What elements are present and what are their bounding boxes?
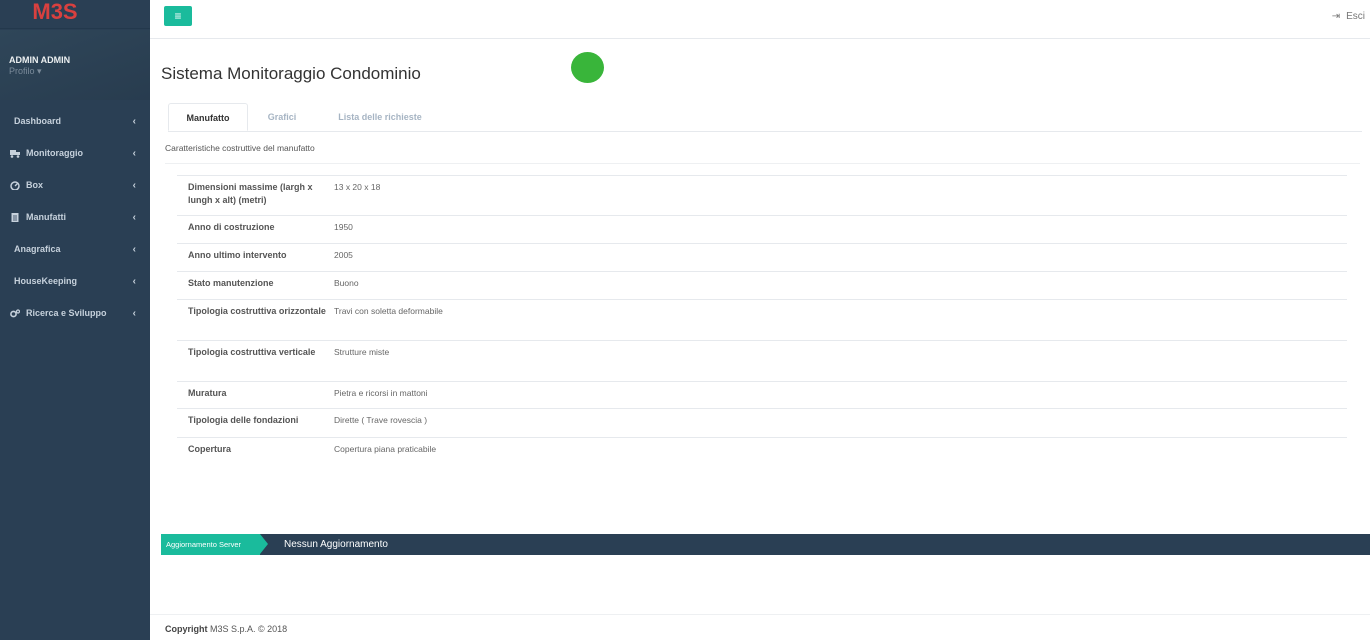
cogs-icon xyxy=(10,308,20,317)
table-row: Tipologia costruttiva verticale Struttur… xyxy=(177,340,1347,381)
server-update-tag: Aggiornamento Server xyxy=(161,534,268,555)
sidebar-item-housekeeping[interactable]: HouseKeeping ‹ xyxy=(0,265,150,297)
chevron-left-icon: ‹ xyxy=(132,243,136,255)
tab-bar: Manufatto Grafici Lista delle richieste xyxy=(168,103,1362,132)
status-indicator xyxy=(571,52,604,83)
menu-toggle-button[interactable]: ≡ xyxy=(164,6,192,26)
sidebar-item-label: Ricerca e Sviluppo xyxy=(26,308,107,318)
detail-label: Tipologia costruttiva verticale xyxy=(188,347,316,357)
detail-label: Copertura xyxy=(188,444,232,454)
footer: Copyright M3S S.p.A. © 2018 xyxy=(150,614,1370,640)
table-row: Muratura Pietra e ricorsi in mattoni xyxy=(177,381,1347,408)
logo-bar: M3S xyxy=(0,0,150,29)
tab-manufatto[interactable]: Manufatto xyxy=(168,103,248,131)
user-profile: ADMIN ADMIN Profilo ▾ xyxy=(0,30,150,100)
chevron-left-icon: ‹ xyxy=(132,211,136,223)
sidebar-item-anagrafica[interactable]: Anagrafica ‹ xyxy=(0,233,150,265)
truck-icon xyxy=(10,149,20,158)
details-table: Dimensioni massime (largh x lungh x alt)… xyxy=(177,175,1347,465)
section-title: Caratteristiche costruttive del manufatt… xyxy=(165,140,1360,164)
sidebar-item-label: Manufatti xyxy=(26,212,66,222)
document-icon xyxy=(11,212,19,222)
table-row: Tipologia delle fondazioni Dirette ( Tra… xyxy=(177,408,1347,437)
server-update-message: Nessun Aggiornamento xyxy=(284,539,388,550)
detail-value: Copertura piana praticabile xyxy=(334,444,437,454)
app-logo[interactable]: M3S xyxy=(32,1,77,23)
detail-value: 13 x 20 x 18 xyxy=(334,182,381,192)
table-row: Tipologia costruttiva orizzontale Travi … xyxy=(177,299,1347,340)
sidebar-item-label: Monitoraggio xyxy=(26,148,83,158)
detail-label: Dimensioni massime (largh x lungh x alt)… xyxy=(188,182,313,205)
page-title: Sistema Monitoraggio Condominio xyxy=(161,64,421,83)
sidebar-item-label: Box xyxy=(26,180,44,190)
sign-out-icon: ⇥ xyxy=(1331,11,1341,22)
table-row: Anno di costruzione 1950 xyxy=(177,215,1347,243)
sidebar-item-manufatti[interactable]: Manufatti ‹ xyxy=(0,201,150,233)
detail-label: Tipologia costruttiva orizzontale xyxy=(188,306,326,316)
detail-value: 2005 xyxy=(334,250,353,260)
tab-lista-richieste[interactable]: Lista delle richieste xyxy=(326,103,434,131)
logout-label: Esci xyxy=(1346,11,1365,22)
sidebar-item-box[interactable]: Box ‹ xyxy=(0,169,150,201)
chevron-left-icon: ‹ xyxy=(132,179,136,191)
sidebar-item-label: HouseKeeping xyxy=(14,276,78,286)
sidebar-item-ricerca-sviluppo[interactable]: Ricerca e Sviluppo ‹ xyxy=(0,297,150,329)
sidebar: M3S ADMIN ADMIN Profilo ▾ Dashboard ‹ Mo… xyxy=(0,0,150,640)
detail-value: Strutture miste xyxy=(334,347,390,357)
detail-value: Travi con soletta deformabile xyxy=(334,306,443,316)
top-navbar: ≡ ⇥ Esci xyxy=(150,0,1370,39)
profile-dropdown[interactable]: Profilo ▾ xyxy=(9,66,150,77)
copyright-text: M3S S.p.A. © 2018 xyxy=(210,624,288,634)
detail-label: Anno ultimo intervento xyxy=(188,250,287,260)
chevron-left-icon: ‹ xyxy=(132,147,136,159)
sidebar-item-dashboard[interactable]: Dashboard ‹ xyxy=(0,105,150,137)
detail-value: Buono xyxy=(334,278,359,288)
sidebar-item-label: Anagrafica xyxy=(14,244,61,254)
dashboard-icon xyxy=(10,180,20,190)
table-row: Stato manutenzione Buono xyxy=(177,271,1347,299)
tab-grafici[interactable]: Grafici xyxy=(260,103,304,131)
chevron-left-icon: ‹ xyxy=(132,275,136,287)
chevron-left-icon: ‹ xyxy=(132,307,136,319)
table-row: Anno ultimo intervento 2005 xyxy=(177,243,1347,271)
logout-link[interactable]: ⇥ Esci xyxy=(1332,11,1365,22)
table-row: Dimensioni massime (largh x lungh x alt)… xyxy=(177,175,1347,215)
detail-label: Anno di costruzione xyxy=(188,222,275,232)
sidebar-menu: Dashboard ‹ Monitoraggio ‹ Box ‹ Manufat… xyxy=(0,105,150,329)
detail-label: Stato manutenzione xyxy=(188,278,274,288)
detail-label: Tipologia delle fondazioni xyxy=(188,415,299,425)
table-row: Copertura Copertura piana praticabile xyxy=(177,437,1347,465)
copyright-label: Copyright xyxy=(165,624,208,634)
sidebar-item-monitoraggio[interactable]: Monitoraggio ‹ xyxy=(0,137,150,169)
detail-value: 1950 xyxy=(334,222,353,232)
server-update-bar: Aggiornamento Server Nessun Aggiornament… xyxy=(161,534,1370,555)
detail-label: Muratura xyxy=(188,388,227,398)
detail-value: Pietra e ricorsi in mattoni xyxy=(334,388,428,398)
detail-value: Dirette ( Trave rovescia ) xyxy=(334,415,428,425)
chevron-left-icon: ‹ xyxy=(132,115,136,127)
user-name: ADMIN ADMIN xyxy=(9,55,71,65)
sidebar-item-label: Dashboard xyxy=(14,116,62,126)
hamburger-icon: ≡ xyxy=(174,9,182,23)
